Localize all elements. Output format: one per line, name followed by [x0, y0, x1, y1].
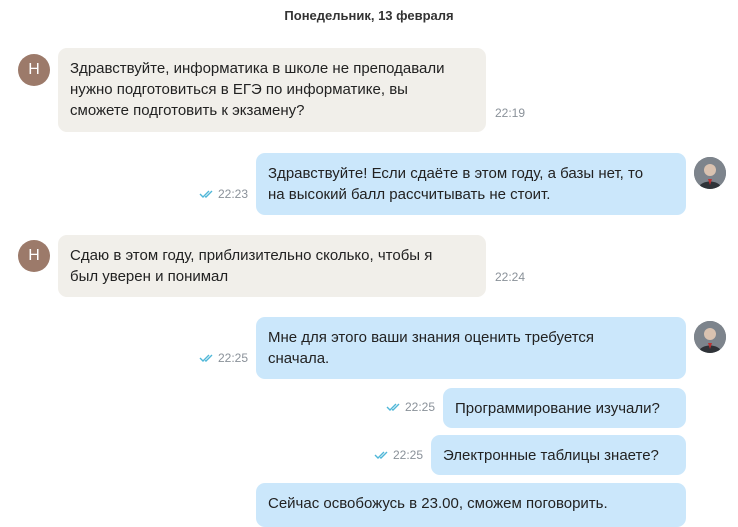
message-time: 22:25 [405, 400, 436, 414]
message-time: 22:23 [218, 187, 249, 201]
sender-avatar[interactable]: Н [18, 54, 50, 86]
sender-avatar[interactable]: Н [18, 240, 50, 272]
message-status: 22:25 [374, 448, 423, 462]
double-check-icon [199, 354, 213, 362]
outgoing-message[interactable]: Сейчас освобожусь в 23.00, сможем погово… [256, 483, 686, 527]
user-avatar[interactable] [694, 157, 726, 189]
message-line: нужно подготовиться в ЕГЭ по информатике… [70, 81, 408, 98]
message-line: Электронные таблицы знаете? [443, 447, 659, 464]
message-status: 22:23 [199, 187, 248, 201]
message-line: Мне для этого ваши знания оценить требуе… [268, 329, 595, 346]
double-check-icon [386, 403, 400, 411]
message-line: Здравствуйте, информатика в школе не пре… [70, 60, 445, 77]
outgoing-message[interactable]: Здравствуйте! Если сдаёте в этом году, а… [256, 153, 686, 215]
outgoing-message[interactable]: Электронные таблицы знаете? [431, 435, 686, 475]
message-time: 22:19 [495, 106, 526, 120]
incoming-message[interactable]: Сдаю в этом году, приблизительно сколько… [58, 235, 486, 297]
double-check-icon [374, 451, 388, 459]
date-separator: Понедельник, 13 февраля [284, 8, 454, 23]
incoming-message[interactable]: Здравствуйте, информатика в школе не пре… [58, 48, 486, 132]
message-time: 22:25 [393, 448, 424, 462]
message-time: 22:25 [218, 351, 249, 365]
outgoing-message[interactable]: Мне для этого ваши знания оценить требуе… [256, 317, 686, 379]
message-line: Программирование изучали? [455, 400, 660, 417]
message-line: Сдаю в этом году, приблизительно сколько… [70, 247, 433, 264]
message-line: сначала. [268, 350, 330, 367]
message-line: сможете подготовить к экзамену? [70, 102, 305, 119]
message-line: был уверен и понимал [70, 268, 229, 285]
message-line: на высокий балл рассчитывать не стоит. [268, 186, 551, 203]
message-time: 22:24 [495, 270, 526, 284]
message-status: 22:25 [386, 400, 435, 414]
user-avatar[interactable] [694, 321, 726, 353]
message-line: Сейчас освобожусь в 23.00, сможем погово… [268, 495, 608, 512]
message-status: 22:25 [199, 351, 248, 365]
double-check-icon [199, 190, 213, 198]
outgoing-message[interactable]: Программирование изучали? [443, 388, 686, 428]
message-line: Здравствуйте! Если сдаёте в этом году, а… [268, 165, 644, 182]
